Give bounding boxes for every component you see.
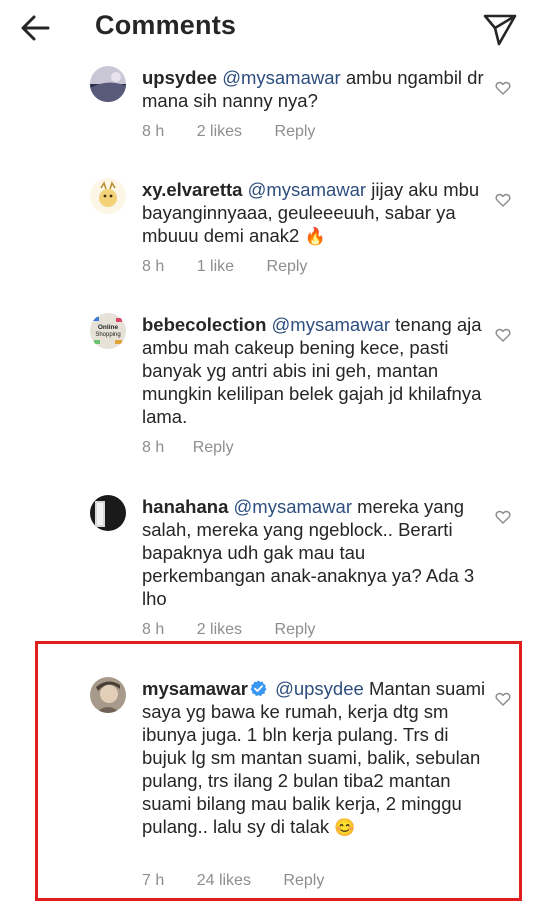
avatar[interactable]: Online Shopping — [90, 313, 126, 349]
comment-mention[interactable]: @mysamawar — [234, 496, 353, 517]
comment-username[interactable]: upsydee — [142, 67, 217, 88]
comment-mention[interactable]: @mysamawar — [222, 67, 341, 88]
page-title: Comments — [95, 10, 237, 40]
reply-button[interactable]: Reply — [267, 258, 308, 276]
reply-button[interactable]: Reply — [275, 123, 316, 141]
back-arrow-icon[interactable] — [18, 10, 58, 46]
comment-username[interactable]: xy.elvaretta — [142, 179, 242, 200]
avatar-text: Shopping — [95, 332, 120, 338]
comment-username[interactable]: bebecolection — [142, 314, 266, 335]
like-heart-icon[interactable] — [495, 192, 511, 208]
like-heart-icon[interactable] — [495, 80, 511, 96]
like-heart-icon[interactable] — [495, 327, 511, 343]
direct-send-icon[interactable] — [480, 8, 520, 48]
comment-likes[interactable]: 24 likes — [197, 872, 251, 890]
reply-button[interactable]: Reply — [193, 439, 234, 457]
comment-text: Mantan suami saya yg bawa ke rumah, kerj… — [142, 678, 486, 837]
comment-time: 8 h — [142, 123, 165, 140]
comment-username[interactable]: hanahana — [142, 496, 228, 517]
avatar[interactable] — [90, 178, 126, 214]
comment-time: 8 h — [142, 621, 165, 638]
comment-mention[interactable]: @mysamawar — [272, 314, 391, 335]
comment-username[interactable]: mysamawar — [142, 678, 248, 699]
comment-likes[interactable]: 2 likes — [197, 123, 242, 141]
comment-likes[interactable]: 1 like — [197, 258, 234, 276]
comment-time: 8 h — [142, 439, 165, 456]
avatar[interactable] — [90, 66, 126, 102]
avatar[interactable] — [90, 495, 126, 531]
comment-mention[interactable]: @mysamawar — [248, 179, 367, 200]
smiling-emoji-icon: 😊 — [334, 818, 356, 837]
like-heart-icon[interactable] — [495, 509, 511, 525]
reply-button[interactable]: Reply — [283, 872, 324, 890]
comment-time: 7 h — [142, 872, 165, 889]
reply-button[interactable]: Reply — [275, 621, 316, 639]
like-heart-icon[interactable] — [495, 691, 511, 707]
comment-mention[interactable]: @upsydee — [275, 678, 364, 699]
comment-likes[interactable]: 2 likes — [197, 621, 242, 639]
header: Comments — [0, 0, 540, 56]
avatar-text: Online — [98, 324, 119, 331]
fire-emoji-icon: 🔥 — [304, 227, 326, 246]
avatar[interactable] — [90, 677, 126, 713]
comment-time: 8 h — [142, 258, 165, 275]
verified-badge-icon — [250, 679, 267, 696]
